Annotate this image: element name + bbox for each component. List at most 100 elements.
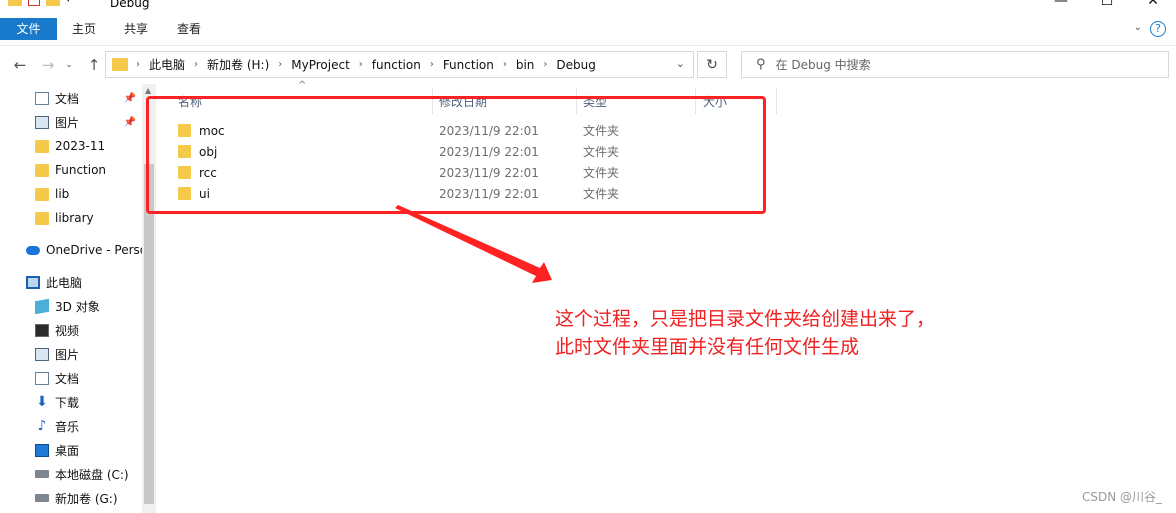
sidebar-item-pictures[interactable]: 图片 — [0, 343, 142, 365]
help-button[interactable]: ? — [1150, 21, 1166, 37]
drive-icon — [35, 470, 49, 478]
download-icon: ⬇ — [36, 393, 48, 410]
chevron-down-icon[interactable]: ⌄ — [676, 57, 685, 70]
search-icon: ⚲ — [756, 57, 766, 72]
sidebar-item-label: 3D 对象 — [55, 299, 100, 314]
annotation-highlight-box — [146, 96, 766, 214]
folder-icon — [35, 139, 49, 153]
sidebar-item-drive-g[interactable]: 新加卷 (G:) — [0, 487, 142, 509]
ribbon-tabs: 文件 主页 共享 查看 ⌄ ? — [0, 12, 1176, 46]
sidebar-item-label: 图片 — [55, 347, 80, 362]
sidebar-item-label: OneDrive - Personal — [46, 243, 142, 257]
annotation-line-1: 这个过程，只是把目录文件夹给创建出来了， — [555, 308, 936, 330]
forward-button[interactable]: → — [37, 54, 59, 76]
breadcrumb-myproject[interactable]: MyProject — [291, 58, 350, 72]
search-input[interactable]: ⚲ 在 Debug 中搜索 — [741, 51, 1169, 78]
sidebar-item-label: 2023-11 — [55, 139, 106, 153]
scroll-up-icon[interactable]: ▲ — [145, 86, 151, 95]
computer-icon — [26, 275, 40, 289]
pin-icon: 📌 — [123, 116, 136, 128]
sort-ascending-icon: ^ — [298, 80, 307, 91]
sidebar-item-label: 文档 — [55, 371, 80, 386]
properties-icon[interactable] — [28, 0, 40, 6]
desktop-icon — [35, 443, 49, 457]
column-divider[interactable] — [776, 88, 777, 114]
sidebar-item-2023-11[interactable]: 2023-11 — [0, 135, 142, 157]
sidebar-item-label: 音乐 — [55, 419, 80, 434]
drive-icon — [35, 494, 49, 502]
maximize-button[interactable]: ☐ — [1084, 0, 1130, 12]
sidebar-item-onedrive[interactable]: OneDrive - Personal — [0, 239, 142, 261]
recent-locations-icon[interactable]: ⌄ — [58, 54, 80, 76]
breadcrumb-drive-h[interactable]: 新加卷 (H:) — [207, 56, 269, 73]
document-icon — [35, 371, 49, 385]
sidebar-item-label: 新加卷 (G:) — [55, 491, 118, 506]
annotation-text: 这个过程，只是把目录文件夹给创建出来了， 此时文件夹里面并没有任何文件生成 — [555, 305, 1015, 361]
watermark: CSDN @川谷_ — [1081, 490, 1162, 504]
sidebar-item-drive-c[interactable]: 本地磁盘 (C:) — [0, 463, 142, 485]
tab-home[interactable]: 主页 — [72, 18, 96, 40]
chevron-right-icon[interactable]: › — [359, 59, 363, 70]
sidebar-item-downloads[interactable]: ⬇ 下载 — [0, 391, 142, 413]
sidebar-item-label: 本地磁盘 (C:) — [55, 467, 129, 482]
breadcrumb-debug[interactable]: Debug — [556, 58, 595, 72]
tab-view[interactable]: 查看 — [177, 18, 201, 40]
up-button[interactable]: ↑ — [83, 54, 105, 76]
sidebar-item-3d-objects[interactable]: 3D 对象 — [0, 295, 142, 317]
folder-icon — [112, 58, 128, 71]
sidebar-item-label: lib — [55, 187, 70, 201]
sidebar-item-this-pc[interactable]: 此电脑 — [0, 271, 142, 293]
chevron-right-icon[interactable]: › — [136, 59, 140, 70]
chevron-right-icon[interactable]: › — [430, 59, 434, 70]
breadcrumb-bin[interactable]: bin — [516, 58, 535, 72]
sidebar-item-function[interactable]: Function — [0, 159, 142, 181]
tab-file[interactable]: 文件 — [0, 18, 57, 40]
sidebar-item-library[interactable]: library — [0, 207, 142, 229]
picture-icon — [35, 115, 49, 129]
chevron-right-icon[interactable]: › — [503, 59, 507, 70]
pin-icon: 📌 — [123, 92, 136, 104]
breadcrumb-this-pc[interactable]: 此电脑 — [149, 56, 185, 73]
sidebar-item-label: Function — [55, 163, 107, 177]
search-placeholder: 在 Debug 中搜索 — [775, 58, 871, 72]
onedrive-icon — [26, 245, 40, 255]
sidebar-item-lib[interactable]: lib — [0, 183, 142, 205]
sidebar-item-music[interactable]: ♪ 音乐 — [0, 415, 142, 437]
window-title: Debug — [110, 0, 150, 10]
document-icon — [35, 91, 49, 105]
navigation-bar: ← → ⌄ ↑ › 此电脑 › 新加卷 (H:) › MyProject › f… — [0, 46, 1176, 84]
sidebar-item-label: 视频 — [55, 323, 80, 338]
sidebar-item-label: 文档 — [55, 91, 80, 106]
back-button[interactable]: ← — [9, 54, 31, 76]
minimize-button[interactable]: — — [1038, 0, 1084, 12]
customize-toolbar-icon[interactable]: ▾ — [66, 0, 71, 5]
music-icon: ♪ — [37, 417, 47, 434]
folder-icon — [35, 163, 49, 177]
sidebar-item-pictures-pinned[interactable]: 图片 📌 — [0, 111, 142, 133]
chevron-right-icon[interactable]: › — [543, 59, 547, 70]
tab-share[interactable]: 共享 — [124, 18, 148, 40]
sidebar-item-desktop[interactable]: 桌面 — [0, 439, 142, 461]
title-bar: ▾ Debug — ☐ ✕ — [0, 0, 1176, 12]
sidebar-item-label: 下载 — [55, 395, 80, 410]
video-icon — [35, 323, 49, 337]
sidebar-item-documents[interactable]: 文档 — [0, 367, 142, 389]
breadcrumb-function[interactable]: Function — [443, 58, 494, 72]
expand-ribbon-icon[interactable]: ⌄ — [1134, 22, 1142, 33]
scrollbar-thumb[interactable] — [144, 164, 154, 504]
sidebar-item-label: 此电脑 — [46, 275, 83, 290]
sidebar-item-documents-pinned[interactable]: 文档 📌 — [0, 87, 142, 109]
close-button[interactable]: ✕ — [1130, 0, 1176, 12]
chevron-right-icon[interactable]: › — [194, 59, 198, 70]
new-folder-icon[interactable] — [46, 0, 60, 6]
chevron-right-icon[interactable]: › — [278, 59, 282, 70]
3d-objects-icon — [35, 298, 49, 314]
sidebar-item-label: 桌面 — [55, 443, 80, 458]
sidebar-item-label: library — [55, 211, 94, 225]
breadcrumb-function-lower[interactable]: function — [372, 58, 421, 72]
sidebar-item-videos[interactable]: 视频 — [0, 319, 142, 341]
folder-icon — [8, 0, 22, 6]
folder-icon — [35, 211, 49, 225]
refresh-button[interactable]: ↻ — [697, 51, 727, 78]
address-bar[interactable]: › 此电脑 › 新加卷 (H:) › MyProject › function … — [105, 51, 694, 78]
